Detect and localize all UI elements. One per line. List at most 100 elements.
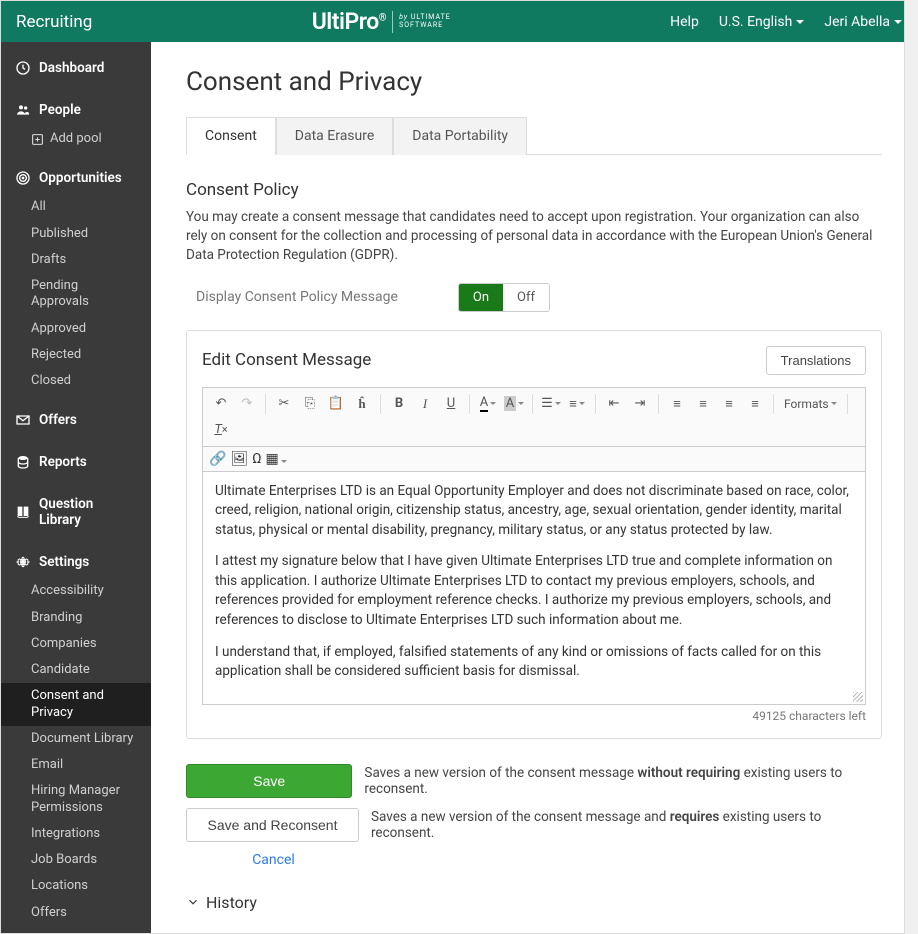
book-icon <box>15 504 31 520</box>
sidebar-settings-item[interactable]: Document Library <box>1 726 151 752</box>
sidebar-question-library[interactable]: Question Library <box>1 478 151 536</box>
toggle-on[interactable]: On <box>459 284 503 311</box>
char-count: 49125 characters left <box>202 709 866 723</box>
align-justify-icon[interactable]: ≡ <box>743 392 767 416</box>
logo: UltiPro® by ULTIMATESOFTWARE <box>92 8 670 35</box>
history-table: Last Updated On Reconsent Required View … <box>186 924 882 933</box>
clear-format-icon[interactable]: T× <box>209 418 233 442</box>
sidebar-settings-item[interactable]: Candidate <box>1 657 151 683</box>
text-color-icon[interactable]: A <box>476 392 500 416</box>
image-icon[interactable]: 🖼 <box>230 451 248 467</box>
sidebar-settings-item[interactable]: Branding <box>1 605 151 631</box>
bullet-list-icon[interactable]: ☰ <box>539 392 563 416</box>
tabs: Consent Data Erasure Data Portability <box>186 117 882 155</box>
sidebar-settings-item[interactable]: Companies <box>1 631 151 657</box>
save-button[interactable]: Save <box>186 764 352 798</box>
people-icon <box>15 102 31 118</box>
editor-paragraph: Ultimate Enterprises LTD is an Equal Opp… <box>215 482 853 541</box>
app-name: Recruiting <box>16 12 92 32</box>
sidebar-opp-item[interactable]: Pending Approvals <box>1 273 151 316</box>
help-link[interactable]: Help <box>670 14 699 30</box>
sidebar-opp-item[interactable]: Approved <box>1 316 151 342</box>
top-bar: Recruiting UltiPro® by ULTIMATESOFTWARE … <box>1 1 917 42</box>
outdent-icon[interactable]: ⇤ <box>602 392 626 416</box>
sidebar-add-pool[interactable]: Add pool <box>1 126 151 152</box>
sidebar-settings-item[interactable]: Hiring Manager Permissions <box>1 778 151 821</box>
cut-icon[interactable]: ✂ <box>272 392 296 416</box>
copy-icon[interactable]: ⎘ <box>298 392 322 416</box>
editor-body[interactable]: Ultimate Enterprises LTD is an Equal Opp… <box>203 472 865 704</box>
bg-color-icon[interactable]: A <box>502 392 526 416</box>
sidebar-settings-item[interactable]: Email <box>1 752 151 778</box>
tab-data-erasure[interactable]: Data Erasure <box>276 117 394 155</box>
rich-text-editor: ↶ ↷ ✂ ⎘ 📋 ĥ B I U A A <box>202 387 866 705</box>
sidebar-settings[interactable]: Settings <box>1 536 151 578</box>
sidebar-settings-item[interactable]: Offers <box>1 900 151 926</box>
sidebar-opp-item[interactable]: Drafts <box>1 247 151 273</box>
language-selector[interactable]: U.S. English <box>719 14 805 30</box>
resize-handle-icon[interactable] <box>853 692 863 702</box>
sidebar-settings-item[interactable]: Job Boards <box>1 847 151 873</box>
formats-dropdown[interactable]: Formats <box>780 397 841 411</box>
paste-icon[interactable]: 📋 <box>324 392 348 416</box>
rte-toolbar: ↶ ↷ ✂ ⎘ 📋 ĥ B I U A A <box>203 388 865 447</box>
translations-button[interactable]: Translations <box>766 346 866 375</box>
sidebar-opp-item[interactable]: Closed <box>1 368 151 394</box>
main-content: Consent and Privacy Consent Data Erasure… <box>151 42 917 933</box>
sidebar-opp-item[interactable]: All <box>1 194 151 220</box>
plus-box-icon <box>31 133 44 146</box>
save-reconsent-desc: Saves a new version of the consent messa… <box>371 809 882 841</box>
bold-icon[interactable]: B <box>387 392 411 416</box>
sidebar-offers[interactable]: Offers <box>1 394 151 436</box>
user-menu[interactable]: Jeri Abella <box>824 14 902 30</box>
sidebar-dashboard[interactable]: Dashboard <box>1 42 151 84</box>
envelope-icon <box>15 412 31 428</box>
toggle-off[interactable]: Off <box>503 284 549 311</box>
database-icon <box>15 454 31 470</box>
section-title: Consent Policy <box>186 180 882 200</box>
redo-icon[interactable]: ↷ <box>235 392 259 416</box>
display-policy-label: Display Consent Policy Message <box>196 289 398 305</box>
align-left-icon[interactable]: ≡ <box>665 392 689 416</box>
sidebar-settings-item[interactable]: Integrations <box>1 821 151 847</box>
find-icon[interactable]: ĥ <box>350 392 374 416</box>
gear-icon <box>15 554 31 570</box>
clock-icon <box>15 60 31 76</box>
sidebar-people[interactable]: People <box>1 84 151 126</box>
omega-icon[interactable]: Ω <box>252 451 261 467</box>
display-policy-toggle[interactable]: On Off <box>458 283 550 312</box>
history-toggle[interactable]: History <box>186 893 882 912</box>
save-reconsent-button[interactable]: Save and Reconsent <box>186 808 359 842</box>
save-desc: Saves a new version of the consent messa… <box>364 765 882 797</box>
number-list-icon[interactable]: ≡ <box>565 392 589 416</box>
tab-consent[interactable]: Consent <box>186 117 276 155</box>
sidebar-reports[interactable]: Reports <box>1 436 151 478</box>
cancel-link[interactable]: Cancel <box>186 852 361 868</box>
editor-paragraph: I understand that, if employed, falsifie… <box>215 643 853 682</box>
tab-data-portability[interactable]: Data Portability <box>393 117 527 155</box>
sidebar-opp-item[interactable]: Rejected <box>1 342 151 368</box>
link-icon[interactable]: 🔗 <box>209 451 226 467</box>
align-right-icon[interactable]: ≡ <box>717 392 741 416</box>
sidebar-settings-item[interactable]: Locations <box>1 873 151 899</box>
align-center-icon[interactable]: ≡ <box>691 392 715 416</box>
caret-down-icon <box>796 20 804 24</box>
section-desc: You may create a consent message that ca… <box>186 208 882 265</box>
editor-title: Edit Consent Message <box>202 350 371 370</box>
col-last-updated: Last Updated On <box>186 924 501 933</box>
editor-panel: Edit Consent Message Translations ↶ ↷ ✂ … <box>186 330 882 739</box>
scrollbar[interactable] <box>904 42 917 933</box>
sidebar-opp-item[interactable]: Published <box>1 221 151 247</box>
caret-down-icon <box>894 20 902 24</box>
underline-icon[interactable]: U <box>439 392 463 416</box>
editor-paragraph: I attest my signature below that I have … <box>215 552 853 630</box>
table-icon[interactable]: ▦ <box>266 451 287 467</box>
page-title: Consent and Privacy <box>186 67 882 97</box>
undo-icon[interactable]: ↶ <box>209 392 233 416</box>
sidebar-opportunities[interactable]: Opportunities <box>1 152 151 194</box>
italic-icon[interactable]: I <box>413 392 437 416</box>
sidebar-settings-item[interactable]: Consent and Privacy <box>1 683 151 726</box>
sidebar-settings-item[interactable]: Accessibility <box>1 578 151 604</box>
indent-icon[interactable]: ⇥ <box>628 392 652 416</box>
sidebar: Dashboard People Add pool Opportunities … <box>1 42 151 933</box>
